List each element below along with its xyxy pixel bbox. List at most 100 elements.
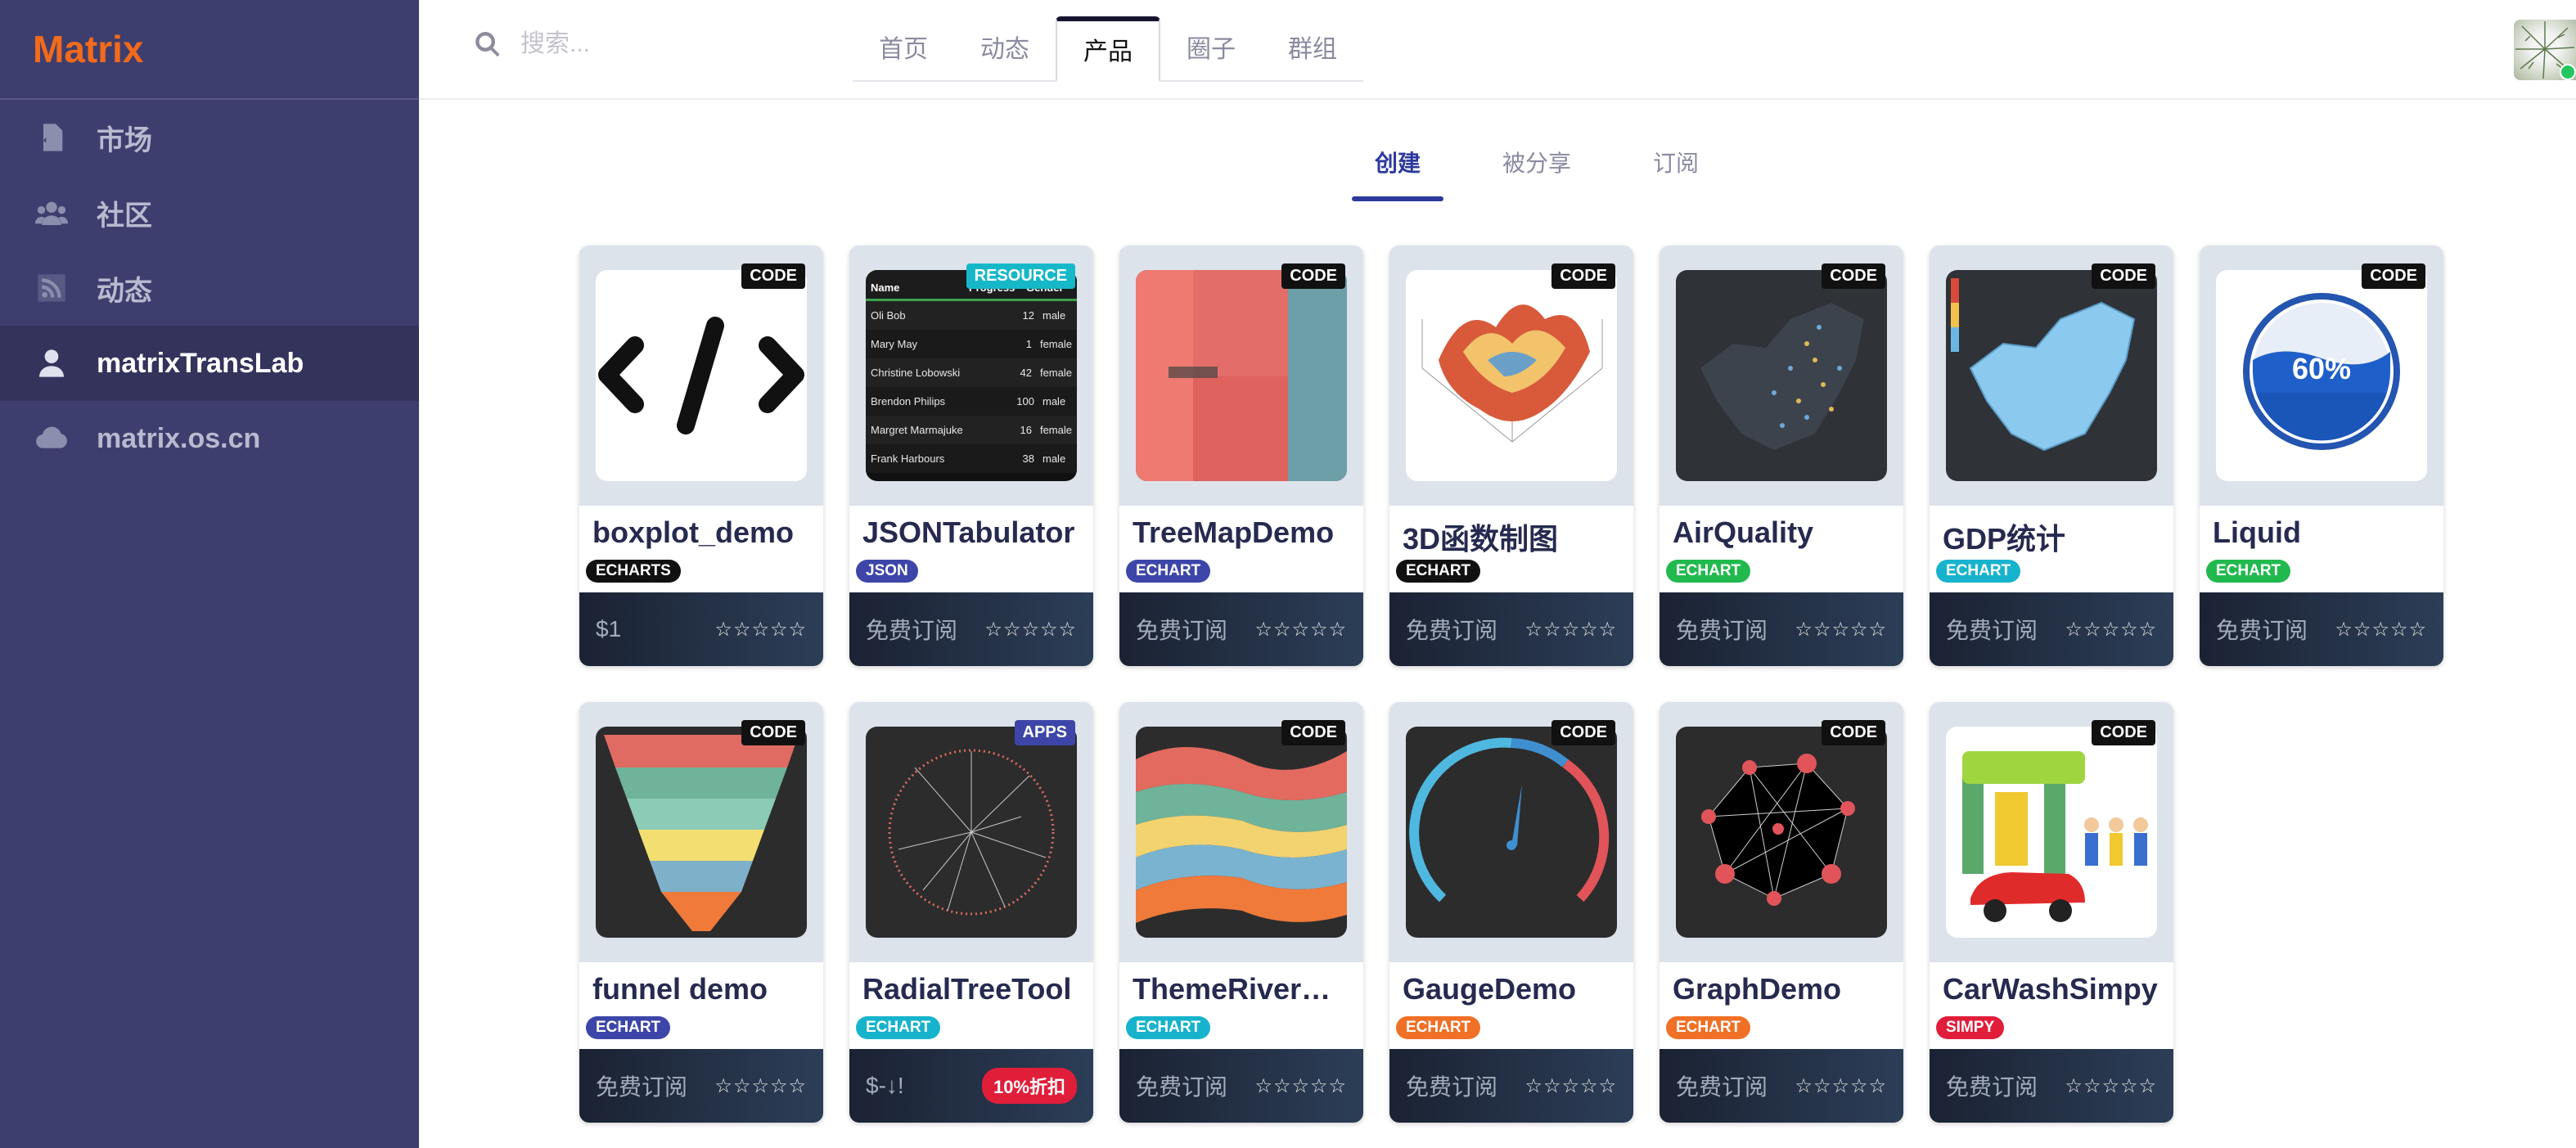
search-icon[interactable] (473, 29, 502, 59)
type-badge: CODE (741, 263, 805, 289)
price: 免费订阅 (1676, 618, 1768, 643)
search-box (473, 29, 766, 59)
tech-tag: ECHART (2206, 560, 2291, 583)
price: $1 (596, 616, 622, 642)
tech-tag: ECHART (586, 1016, 671, 1039)
top-tabs: 首页 动态 产品 圈子 群组 (853, 16, 1363, 82)
table-row: Mary May 1 female (866, 330, 1077, 358)
product-card-gdp[interactable]: CODE GDP统计 ECHART 免费订阅 ☆☆☆☆☆ (1930, 245, 2173, 666)
top-header: 首页 动态 产品 圈子 群组 (419, 0, 2576, 100)
rating-stars[interactable]: ☆☆☆☆☆ (1524, 618, 1617, 642)
brand-logo[interactable]: Matrix (0, 0, 419, 100)
product-card-themeriver[interactable]: CODE ThemeRiverDe... ECHART 免费订阅 ☆☆☆☆☆ (1119, 702, 1363, 1123)
sidebar-item-feed[interactable]: 动态 (0, 250, 419, 326)
rating-stars[interactable]: ☆☆☆☆☆ (2065, 618, 2157, 642)
tab-products[interactable]: 产品 (1056, 16, 1160, 82)
price: 免费订阅 (1406, 1074, 1498, 1100)
card-footer: 免费订阅 ☆☆☆☆☆ (1389, 592, 1633, 666)
rating-stars[interactable]: ☆☆☆☆☆ (714, 1074, 807, 1098)
table-row: Brendon Philips 100 male (866, 387, 1077, 416)
product-card-jsontabulator[interactable]: RESOURCE NameProgressGender Oli Bob12mal… (849, 245, 1093, 666)
tab-feed[interactable]: 动态 (954, 16, 1056, 80)
type-badge: CODE (741, 720, 805, 745)
price: 免费订阅 (596, 1074, 688, 1100)
product-name: GraphDemo (1673, 972, 1842, 1006)
product-card-gaugedemo[interactable]: CODE GaugeDemo ECHART 免费订阅 ☆☆☆☆☆ (1389, 702, 1633, 1123)
product-card-funnel-demo[interactable]: CODE funnel demo ECHART 免费订阅 ☆☆☆☆☆ (579, 702, 823, 1123)
type-badge: CODE (1551, 720, 1615, 745)
cloud-icon (31, 418, 72, 459)
card-footer: 免费订阅 ☆☆☆☆☆ (579, 1049, 823, 1123)
sidebar-item-label: 社区 (97, 200, 152, 232)
avatar[interactable] (2514, 20, 2576, 80)
rss-icon (31, 268, 72, 308)
price: 免费订阅 (866, 618, 958, 643)
rating-stars[interactable]: ☆☆☆☆☆ (714, 618, 807, 642)
tech-tag: ECHART (1666, 560, 1751, 583)
product-card-radialtreetool[interactable]: APPS RadialTreeTool ECHART $-↓! 10%折扣 (849, 702, 1093, 1123)
rating-stars[interactable]: ☆☆☆☆☆ (1795, 1074, 1887, 1098)
tech-tag: ECHART (1396, 1016, 1481, 1039)
product-card-liquid[interactable]: CODE 60% Liquid ECHART 免费订阅 ☆☆☆☆☆ (2200, 245, 2443, 666)
sidebar-item-label: matrix.os.cn (97, 422, 261, 454)
sidebar-item-community[interactable]: 社区 (0, 175, 419, 250)
subtab-shared[interactable]: 被分享 (1479, 141, 1594, 201)
product-card-treemapdemo[interactable]: CODE TreeMapDemo ECHART 免费订阅 ☆☆☆☆☆ (1119, 245, 1363, 666)
table-row: Margret Marmajuke 16 female (866, 416, 1077, 444)
sidebar: Matrix 市场 社区 动态 matrixTransLab matrix.os… (0, 0, 419, 1148)
product-card-carwashsimpy[interactable]: CODE CarWashSimpy SIMPY 免费订阅 ☆☆☆☆☆ (1930, 702, 2173, 1123)
product-card-3d-function[interactable]: CODE 3D函数制图 ECHART 免费订阅 ☆☆☆☆☆ (1389, 245, 1633, 666)
tab-home[interactable]: 首页 (853, 16, 954, 80)
table-thumbnail: NameProgressGender Oli Bob12male Mary Ma… (866, 270, 1077, 481)
subtab-subscribed[interactable]: 订阅 (1630, 141, 1722, 201)
discount-badge: 10%折扣 (981, 1068, 1077, 1104)
gauge-thumbnail (1406, 727, 1617, 938)
type-badge: APPS (1014, 720, 1075, 745)
treemap-thumbnail (1136, 270, 1347, 481)
card-footer: 免费订阅 ☆☆☆☆☆ (1930, 1049, 2173, 1123)
users-icon (31, 192, 72, 233)
subtab-created[interactable]: 创建 (1352, 141, 1444, 201)
rating-stars[interactable]: ☆☆☆☆☆ (2065, 1074, 2157, 1098)
map-thumbnail (1676, 270, 1887, 481)
card-footer: 免费订阅 ☆☆☆☆☆ (1660, 1049, 1903, 1123)
sidebar-item-matrixtranslab[interactable]: matrixTransLab (0, 326, 419, 401)
product-card-graphdemo[interactable]: CODE GraphDemo ECHART 免费订阅 ☆☆☆☆☆ (1660, 702, 1903, 1123)
sidebar-item-label: 市场 (97, 124, 152, 156)
rating-stars[interactable]: ☆☆☆☆☆ (1254, 1074, 1347, 1098)
type-badge: CODE (2362, 263, 2425, 289)
product-name: RadialTreeTool (862, 972, 1072, 1006)
rating-stars[interactable]: ☆☆☆☆☆ (1524, 1074, 1617, 1098)
type-badge: CODE (2092, 263, 2155, 289)
price: 免费订阅 (1946, 618, 2038, 643)
price: 免费订阅 (2216, 618, 2308, 643)
type-badge: CODE (1822, 720, 1885, 745)
price: 免费订阅 (1676, 1074, 1768, 1100)
product-name: Liquid (2213, 515, 2301, 549)
rating-stars[interactable]: ☆☆☆☆☆ (984, 618, 1077, 642)
type-badge: CODE (1822, 263, 1885, 289)
graph-thumbnail (1676, 727, 1887, 938)
rating-stars[interactable]: ☆☆☆☆☆ (1254, 618, 1347, 642)
product-card-airquality[interactable]: CODE AirQuality ECHART 免费订阅 ☆☆☆☆☆ (1660, 245, 1903, 666)
card-footer: 免费订阅 ☆☆☆☆☆ (849, 592, 1093, 666)
sidebar-item-label: matrixTransLab (97, 347, 304, 379)
price: 免费订阅 (1136, 618, 1228, 643)
rating-stars[interactable]: ☆☆☆☆☆ (1795, 618, 1887, 642)
card-footer: $-↓! 10%折扣 (849, 1049, 1093, 1123)
tab-groups[interactable]: 群组 (1262, 16, 1363, 80)
search-input[interactable] (520, 30, 766, 58)
table-row: Frank Harbours 38 male (866, 444, 1077, 473)
liquid-value: 60% (2291, 352, 2352, 385)
sidebar-item-market[interactable]: 市场 (0, 100, 419, 175)
product-name: CarWashSimpy (1943, 972, 2158, 1006)
product-card-boxplot-demo[interactable]: CODE boxplot_demo ECHARTS $1 ☆☆☆☆☆ (579, 245, 823, 666)
card-footer: 免费订阅 ☆☆☆☆☆ (1930, 592, 2173, 666)
sidebar-item-matrix-os[interactable]: matrix.os.cn (0, 401, 419, 476)
tab-circles[interactable]: 圈子 (1160, 16, 1262, 80)
rating-stars[interactable]: ☆☆☆☆☆ (2335, 618, 2427, 642)
liquid-thumbnail: 60% (2216, 270, 2427, 481)
tech-tag: ECHARTS (586, 560, 681, 583)
price: 免费订阅 (1946, 1074, 2038, 1100)
tech-tag: ECHART (856, 1016, 941, 1039)
